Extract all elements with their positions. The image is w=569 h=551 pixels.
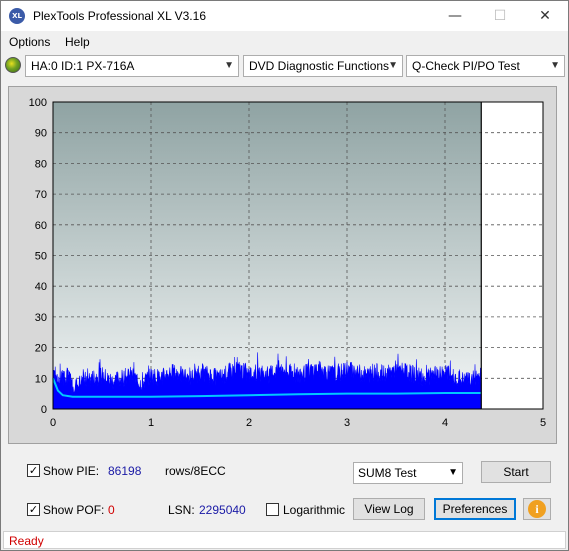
- y-tick-label: 0: [41, 404, 47, 416]
- sum-test-select[interactable]: SUM8 Test ▼: [353, 462, 463, 484]
- logarithmic-checkbox[interactable]: [266, 503, 279, 516]
- y-tick-label: 40: [35, 281, 47, 293]
- show-pie-checkbox[interactable]: ✓: [27, 464, 40, 477]
- title-bar: XL PlexTools Professional XL V3.16 — ☐ ✕: [1, 1, 568, 31]
- chevron-down-icon: ▼: [448, 467, 458, 478]
- x-tick-label: 2: [246, 417, 252, 429]
- chevron-down-icon: ▼: [550, 60, 560, 71]
- control-panel: ✓ Show PIE: 86198 rows/8ECC ✓ Show POF: …: [8, 452, 557, 526]
- show-pof-checkbox[interactable]: ✓: [27, 503, 40, 516]
- pof-value: 0: [108, 503, 115, 517]
- test-select-value: Q-Check PI/PO Test: [412, 59, 520, 73]
- app-window: XL PlexTools Professional XL V3.16 — ☐ ✕…: [0, 0, 569, 551]
- start-button[interactable]: Start: [481, 461, 551, 483]
- chevron-down-icon: ▼: [388, 60, 398, 71]
- logarithmic-label: Logarithmic: [283, 503, 346, 517]
- toolbar: HA:0 ID:1 PX-716A ▼ DVD Diagnostic Funct…: [1, 54, 568, 80]
- window-title: PlexTools Professional XL V3.16: [33, 9, 206, 23]
- disc-drive-icon: [5, 57, 21, 73]
- app-logo-icon: XL: [9, 8, 25, 24]
- y-tick-label: 90: [35, 128, 47, 140]
- x-tick-label: 4: [442, 417, 448, 429]
- chevron-down-icon: ▼: [224, 60, 234, 71]
- chart-panel: 0 10 20 30 40 50 60 70 80 90 100 0 1 2 3 4 5: [8, 86, 557, 444]
- x-tick-label: 3: [344, 417, 350, 429]
- minimize-button[interactable]: —: [432, 1, 478, 31]
- info-button[interactable]: i: [523, 498, 551, 520]
- x-tick-label: 0: [50, 417, 56, 429]
- test-select[interactable]: Q-Check PI/PO Test ▼: [406, 55, 565, 77]
- sum-test-value: SUM8 Test: [358, 466, 417, 480]
- y-tick-label: 10: [35, 373, 47, 385]
- x-tick-label: 1: [148, 417, 154, 429]
- menu-bar: Options Help: [1, 32, 568, 52]
- y-tick-label: 80: [35, 158, 47, 170]
- y-tick-label: 70: [35, 189, 47, 201]
- menu-help[interactable]: Help: [65, 35, 90, 49]
- maximize-button[interactable]: ☐: [477, 1, 523, 31]
- y-tick-label: 50: [35, 251, 47, 263]
- y-tick-label: 100: [29, 97, 47, 109]
- info-icon: i: [528, 500, 546, 518]
- pi-po-chart: 0 10 20 30 40 50 60 70 80 90 100 0 1 2 3 4 5: [29, 97, 546, 429]
- menu-options[interactable]: Options: [9, 35, 50, 49]
- show-pof-label: Show POF:: [43, 503, 105, 517]
- rows-unit-label: rows/8ECC: [165, 464, 226, 478]
- pie-value: 86198: [108, 464, 142, 478]
- lsn-value: 2295040: [199, 503, 246, 517]
- x-tick-label: 5: [540, 417, 546, 429]
- show-pie-label: Show PIE:: [43, 464, 100, 478]
- y-tick-label: 30: [35, 312, 47, 324]
- function-select-value: DVD Diagnostic Functions: [249, 59, 390, 73]
- status-bar: Ready: [3, 531, 566, 549]
- y-tick-label: 20: [35, 343, 47, 355]
- view-log-button[interactable]: View Log: [353, 498, 425, 520]
- drive-select-value: HA:0 ID:1 PX-716A: [31, 59, 135, 73]
- drive-select[interactable]: HA:0 ID:1 PX-716A ▼: [25, 55, 239, 77]
- preferences-button[interactable]: Preferences: [434, 498, 516, 520]
- function-select[interactable]: DVD Diagnostic Functions ▼: [243, 55, 403, 77]
- y-tick-label: 60: [35, 220, 47, 232]
- close-button[interactable]: ✕: [522, 1, 568, 31]
- status-text: Ready: [9, 534, 44, 548]
- lsn-label: LSN:: [168, 503, 195, 517]
